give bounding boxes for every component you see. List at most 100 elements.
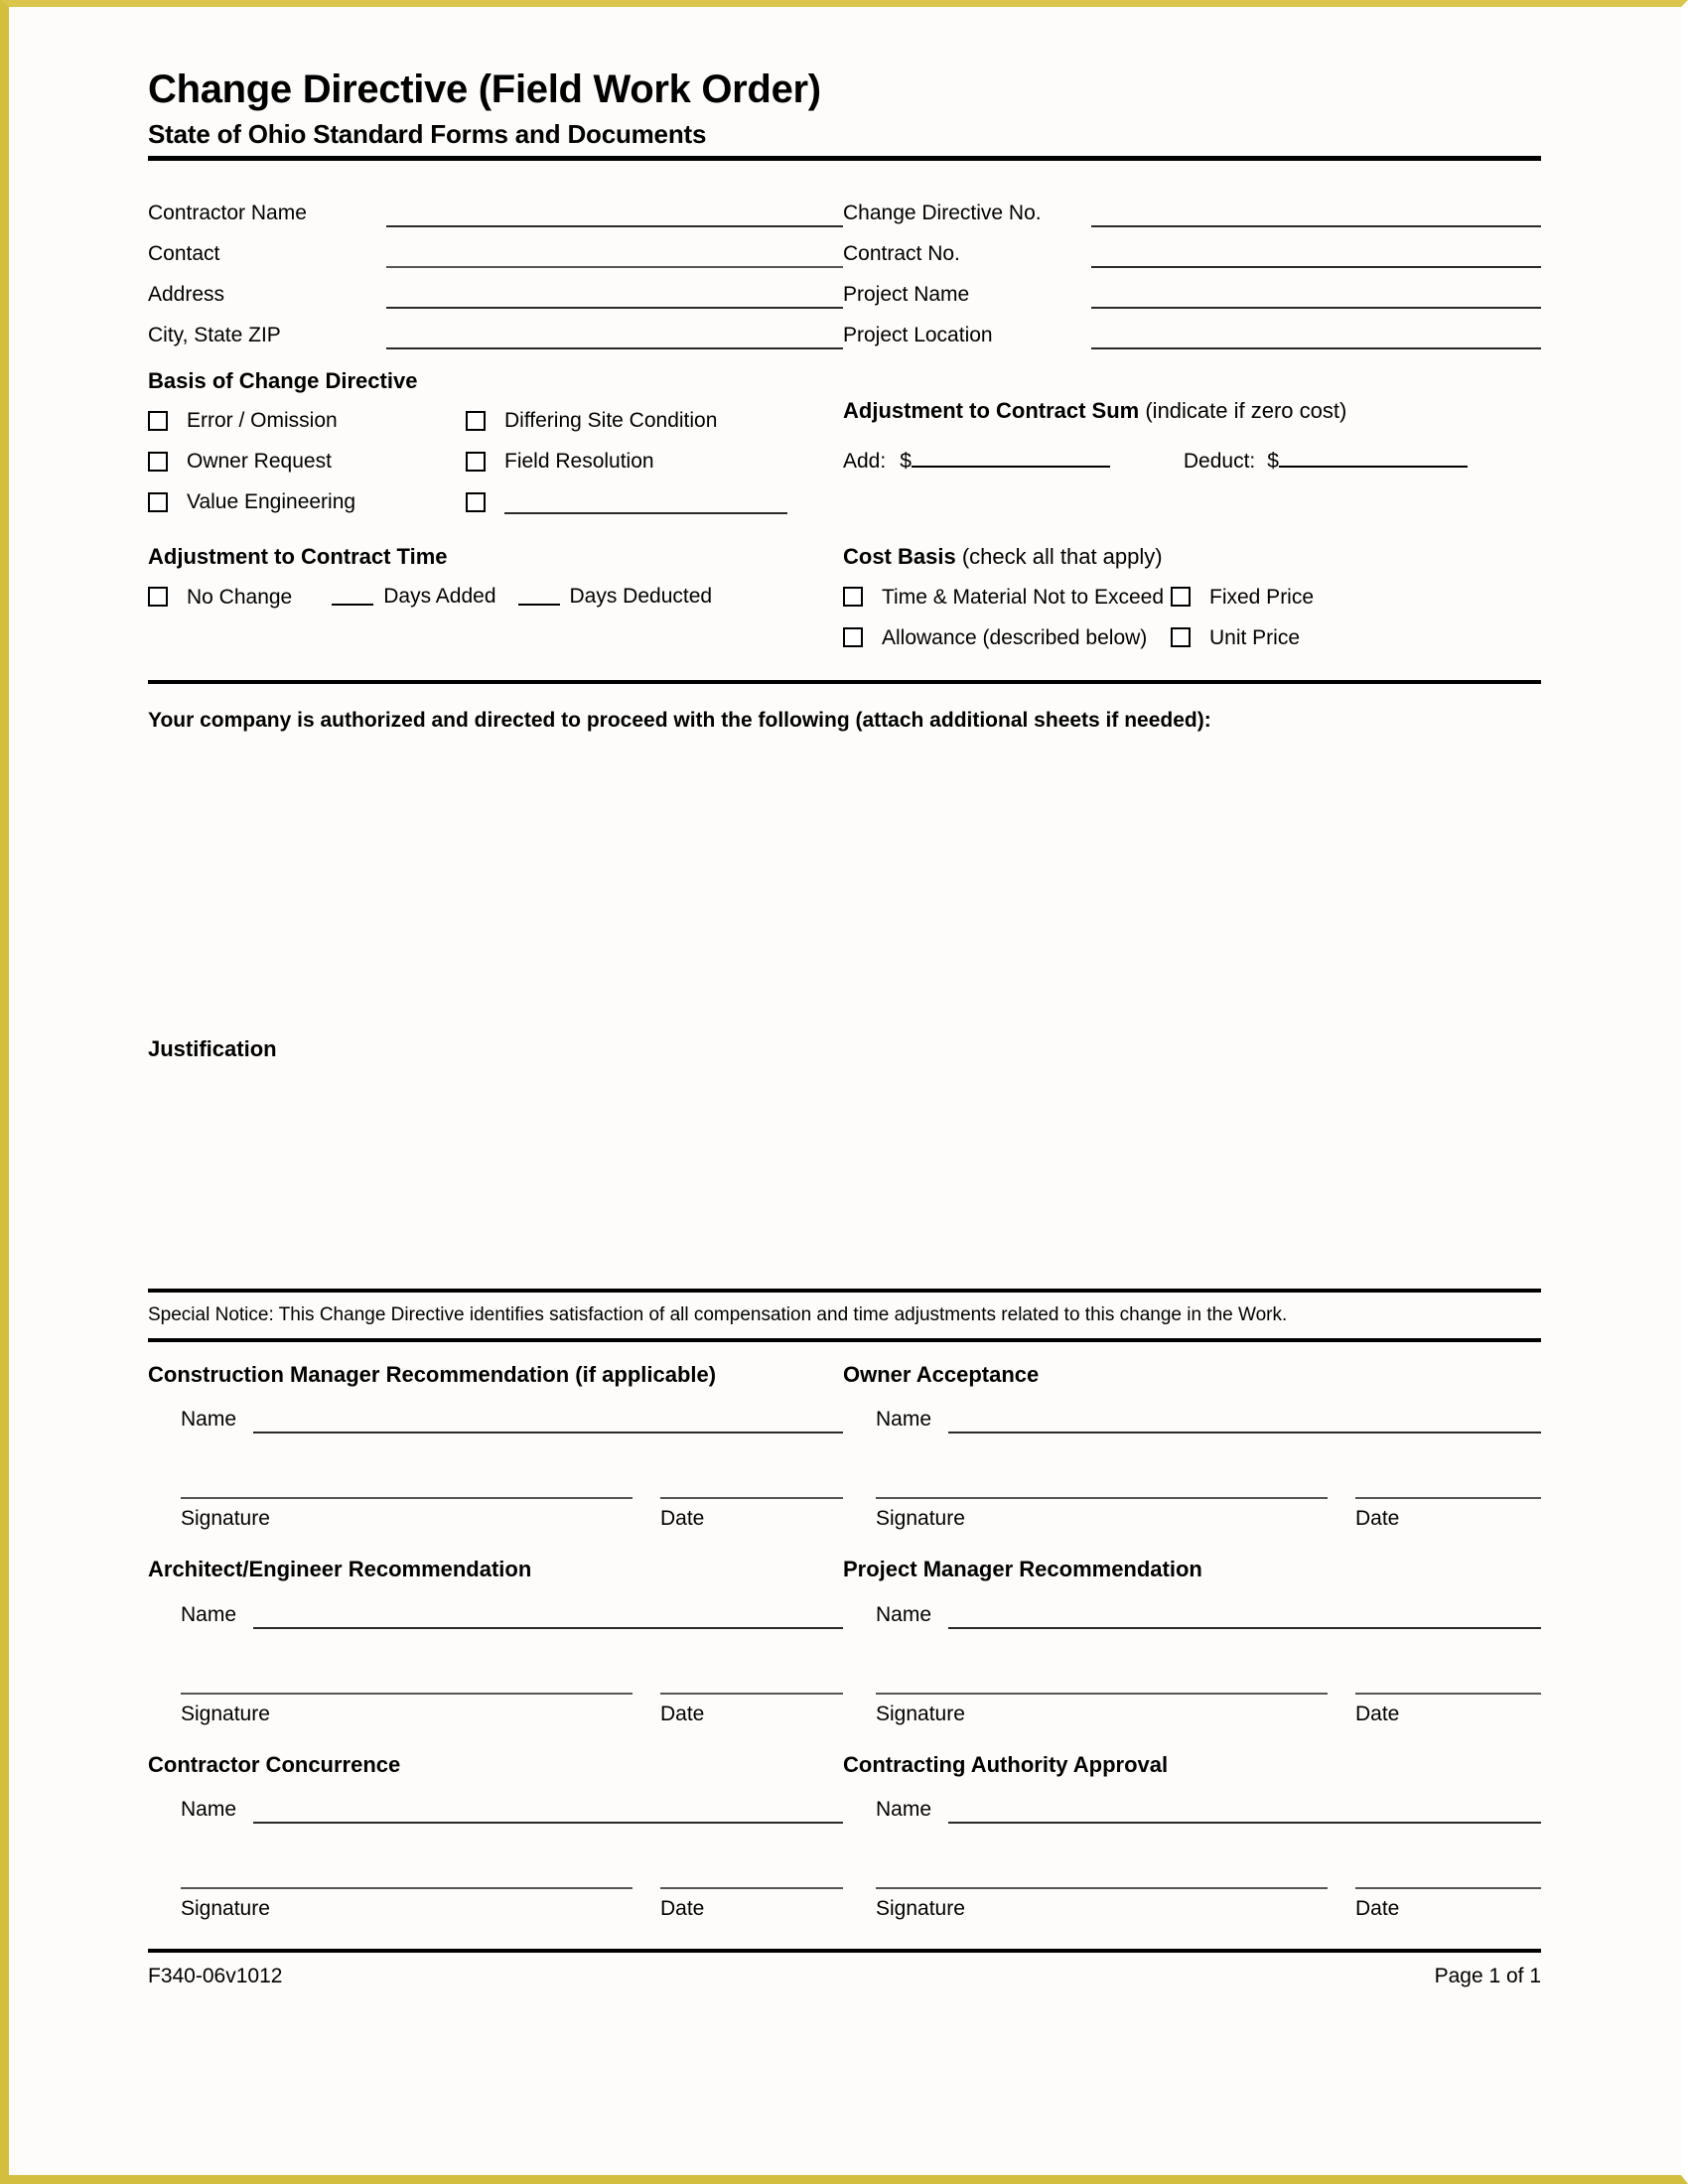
checkbox-time-and-material[interactable]: Time & Material Not to Exceed xyxy=(843,587,1171,608)
contractor-name-label: Contractor Name xyxy=(148,201,307,224)
contract-sum-heading-note: (indicate if zero cost) xyxy=(1145,397,1347,423)
date-input[interactable] xyxy=(1355,1475,1541,1500)
basis-other-input[interactable] xyxy=(504,490,787,514)
cost-basis-heading-bold: Cost Basis xyxy=(843,544,956,570)
checkbox-basis-other[interactable] xyxy=(466,490,787,514)
date-input[interactable] xyxy=(660,1865,843,1890)
signature-block-project-manager: Project Manager Recommendation Name Sign… xyxy=(843,1557,1541,1724)
add-amount-input[interactable] xyxy=(911,444,1110,469)
contract-sum-heading-bold: Adjustment to Contract Sum xyxy=(843,397,1140,423)
checkbox-fixed-price[interactable]: Fixed Price xyxy=(1171,587,1314,608)
date-caption: Date xyxy=(1355,1702,1400,1725)
deduct-amount-input[interactable] xyxy=(1278,444,1468,469)
adjustment-to-contract-sum-block: Adjustment to Contract Sum (indicate if … xyxy=(843,368,1541,522)
checkbox-error-omission[interactable]: Error / Omission xyxy=(148,410,466,431)
signature-column: Signature xyxy=(181,1865,633,1919)
signature-block-heading-bold: Project Manager Recommendation xyxy=(843,1557,1202,1582)
project-location-label: Project Location xyxy=(843,323,993,346)
checkbox-box-icon[interactable] xyxy=(148,587,168,608)
contract-no-input[interactable] xyxy=(1091,240,1541,268)
checkbox-box-icon[interactable] xyxy=(466,451,486,472)
signature-column: Signature xyxy=(181,1671,633,1724)
header-divider xyxy=(148,155,1541,161)
date-input[interactable] xyxy=(660,1671,843,1695)
checkbox-unit-price[interactable]: Unit Price xyxy=(1171,627,1300,648)
signature-caption: Signature xyxy=(181,1507,270,1531)
form-sheet: Change Directive (Field Work Order) Stat… xyxy=(148,68,1541,1988)
signature-input[interactable] xyxy=(876,1671,1328,1695)
checkbox-box-icon[interactable] xyxy=(148,451,168,472)
contractor-name-input[interactable] xyxy=(386,200,843,227)
signature-input[interactable] xyxy=(876,1475,1328,1500)
special-notice-section: Special Notice: This Change Directive id… xyxy=(148,1289,1541,1342)
basis-and-sum-section: Basis of Change Directive Error / Omissi… xyxy=(148,368,1541,522)
name-input[interactable] xyxy=(253,1798,843,1825)
checkbox-allowance[interactable]: Allowance (described below) xyxy=(843,627,1171,648)
date-column: Date xyxy=(1355,1475,1541,1529)
checkbox-box-icon[interactable] xyxy=(1171,587,1191,608)
signature-date-row: Signature Date xyxy=(148,1475,843,1529)
checkbox-label: Value Engineering xyxy=(187,490,356,514)
checkbox-label: Unit Price xyxy=(1209,625,1301,649)
contact-input[interactable] xyxy=(386,240,843,268)
name-input[interactable] xyxy=(948,1798,1541,1825)
signature-input[interactable] xyxy=(181,1671,633,1695)
deduct-currency-symbol: $ xyxy=(1267,450,1279,474)
date-input[interactable] xyxy=(1355,1865,1541,1890)
signature-date-row: Signature Date xyxy=(148,1865,843,1919)
checkbox-differing-site-condition[interactable]: Differing Site Condition xyxy=(466,410,717,431)
checkbox-box-icon[interactable] xyxy=(1171,627,1191,648)
address-input[interactable] xyxy=(386,281,843,309)
name-input[interactable] xyxy=(948,1603,1541,1629)
city-state-zip-input[interactable] xyxy=(386,322,843,349)
checkbox-label: Error / Omission xyxy=(187,409,338,433)
change-directive-no-input[interactable] xyxy=(1091,200,1541,227)
checkbox-owner-request[interactable]: Owner Request xyxy=(148,451,466,472)
checkbox-label: No Change xyxy=(187,585,293,609)
signature-date-row: Signature Date xyxy=(843,1671,1541,1724)
checkbox-box-icon[interactable] xyxy=(466,410,486,431)
checkbox-box-icon[interactable] xyxy=(148,410,168,431)
work-description-input[interactable] xyxy=(148,734,1541,1036)
name-input[interactable] xyxy=(948,1408,1541,1434)
checkbox-box-icon[interactable] xyxy=(843,587,863,608)
date-caption: Date xyxy=(1355,1507,1400,1531)
checkbox-box-icon[interactable] xyxy=(148,491,168,512)
checkbox-box-icon[interactable] xyxy=(843,627,863,648)
signature-input[interactable] xyxy=(181,1865,633,1890)
project-fields-column: Change Directive No. Contract No. Projec… xyxy=(843,187,1541,349)
checkbox-label: Field Resolution xyxy=(504,450,654,474)
justification-input[interactable] xyxy=(148,1062,1541,1289)
signature-block-heading-bold: Contractor Concurrence xyxy=(148,1751,401,1777)
cost-basis-row-1: Time & Material Not to Exceed Fixed Pric… xyxy=(843,577,1541,617)
date-input[interactable] xyxy=(1355,1671,1541,1695)
project-name-input[interactable] xyxy=(1091,281,1541,309)
field-row-change-directive-no: Change Directive No. xyxy=(843,187,1541,227)
days-deducted-input[interactable] xyxy=(517,589,560,606)
signature-column: Signature xyxy=(876,1475,1328,1529)
days-deducted-label: Days Deducted xyxy=(569,585,713,609)
days-added-input[interactable] xyxy=(332,589,374,606)
signature-input[interactable] xyxy=(181,1475,633,1500)
signature-row-3: Contractor Concurrence Name Signature Da… xyxy=(148,1752,1541,1919)
checkbox-field-resolution[interactable]: Field Resolution xyxy=(466,451,654,472)
contract-sum-amount-row: Add: $ Deduct: $ xyxy=(843,444,1541,474)
authorization-statement: Your company is authorized and directed … xyxy=(148,708,1211,732)
name-label: Name xyxy=(876,1798,932,1822)
date-input[interactable] xyxy=(660,1475,843,1500)
party-project-section: Contractor Name Contact Address City, St… xyxy=(148,187,1541,349)
name-label: Name xyxy=(876,1408,932,1432)
project-location-input[interactable] xyxy=(1091,322,1541,349)
contract-time-heading: Adjustment to Contract Time xyxy=(148,544,448,570)
checkbox-box-icon[interactable] xyxy=(466,491,486,512)
name-input[interactable] xyxy=(253,1603,843,1629)
signature-column: Signature xyxy=(181,1475,633,1529)
signature-input[interactable] xyxy=(876,1865,1328,1890)
name-input[interactable] xyxy=(253,1408,843,1434)
checkbox-label: Owner Request xyxy=(187,450,332,474)
signature-block-heading: Architect/Engineer Recommendation xyxy=(148,1557,843,1582)
checkbox-no-change[interactable]: No Change xyxy=(148,587,292,608)
date-caption: Date xyxy=(660,1507,705,1531)
project-name-label: Project Name xyxy=(843,282,970,306)
checkbox-value-engineering[interactable]: Value Engineering xyxy=(148,491,466,512)
